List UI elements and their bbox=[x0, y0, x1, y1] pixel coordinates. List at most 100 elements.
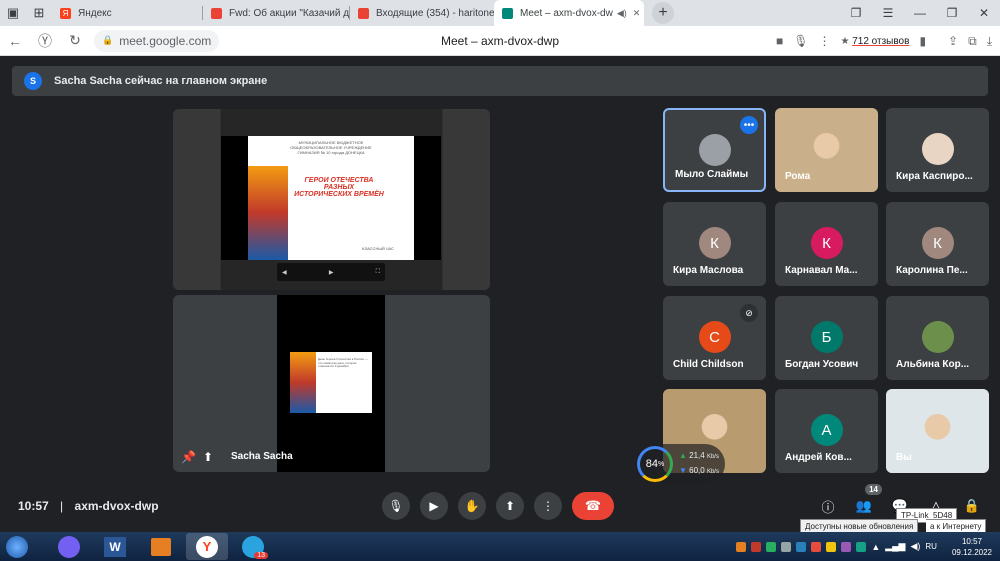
tray-app-icon[interactable] bbox=[826, 541, 837, 552]
participant-tile[interactable]: ••• Мыло Слаймы bbox=[663, 108, 766, 192]
participant-tile[interactable]: А Андрей Ков... bbox=[775, 389, 878, 473]
raise-hand-button[interactable]: ✋ bbox=[458, 492, 486, 520]
word-app[interactable]: W bbox=[94, 533, 136, 560]
pin-icon[interactable]: 📌 bbox=[181, 450, 196, 464]
close-window-icon[interactable]: ✕ bbox=[968, 0, 1000, 26]
media-player-app[interactable] bbox=[140, 533, 182, 560]
more-icon[interactable]: ⋮ bbox=[818, 34, 830, 48]
tray-show-hidden-icon[interactable]: ▲ bbox=[871, 542, 880, 552]
tab-label: Входящие (354) - haritone bbox=[376, 7, 494, 19]
tab-inbox[interactable]: Входящие (354) - haritone bbox=[350, 0, 494, 26]
tray-app-icon[interactable] bbox=[751, 541, 762, 552]
tray-app-icon[interactable] bbox=[841, 541, 852, 552]
meeting-details-button[interactable]: ⓘ bbox=[818, 496, 838, 516]
muted-mic-icon: ⊘ bbox=[740, 304, 758, 322]
meeting-info-separator: | bbox=[60, 499, 64, 513]
reload-icon[interactable]: ↻ bbox=[60, 32, 90, 49]
host-controls-button[interactable]: 🔒 bbox=[962, 496, 982, 516]
gmail-favicon-icon bbox=[358, 7, 369, 19]
yandex-browser-app[interactable]: Y bbox=[186, 533, 228, 560]
camera-icon[interactable]: ■ bbox=[776, 34, 783, 48]
tray-app-icon[interactable] bbox=[736, 541, 747, 552]
tray-app-icon[interactable] bbox=[766, 541, 777, 552]
tab-meet[interactable]: Meet – axm-dvox-dw ◀) ✕ bbox=[494, 0, 644, 26]
tray-volume-icon[interactable]: ◀) bbox=[910, 541, 920, 552]
presenter-tile[interactable]: День Героев Отечества в России — это пам… bbox=[173, 295, 490, 472]
slide-thumbnail: День Героев Отечества в России — это пам… bbox=[290, 352, 372, 413]
mic-icon[interactable]: 🎙 bbox=[793, 34, 808, 48]
participant-name: Вы bbox=[896, 452, 912, 463]
upload-unit: Kb/s bbox=[706, 454, 719, 460]
participant-tile[interactable]: К Карнавал Ма... bbox=[775, 202, 878, 286]
word-icon: W bbox=[104, 536, 126, 557]
download-unit: Kb/s bbox=[706, 469, 719, 475]
fullscreen-icon[interactable]: ⛶ bbox=[376, 269, 380, 276]
tab-yandex[interactable]: Я Яндекс bbox=[52, 0, 202, 26]
volume-icon[interactable]: ◀ bbox=[282, 269, 287, 276]
banner-text: Sacha Sacha сейчас на главном экране bbox=[54, 75, 268, 87]
video-player-controls[interactable]: ◀ ▶ ⛶ bbox=[277, 263, 385, 281]
tab-label: Fwd: Об акции "Казачий д bbox=[229, 7, 349, 19]
tray-language[interactable]: RU bbox=[925, 542, 937, 551]
leave-call-button[interactable]: ☎ bbox=[572, 492, 614, 520]
tray-app-icon[interactable] bbox=[856, 541, 867, 552]
participant-tile[interactable]: К Каролина Пе... bbox=[886, 202, 989, 286]
new-folder-icon[interactable]: ⊞ bbox=[26, 0, 52, 26]
reviews-link[interactable]: ★ 712 отзывов bbox=[840, 36, 909, 47]
participant-tile[interactable]: Б Богдан Усович bbox=[775, 296, 878, 380]
participant-tile[interactable]: К Кира Маслова bbox=[663, 202, 766, 286]
maximize-icon[interactable]: ❐ bbox=[936, 0, 968, 26]
present-screen-icon: ⬆ bbox=[203, 450, 214, 464]
tray-app-icon[interactable] bbox=[811, 541, 822, 552]
people-button[interactable]: 👥 14 bbox=[854, 484, 882, 516]
participant-avatar: К bbox=[921, 227, 954, 260]
menu-icon[interactable]: ☰ bbox=[872, 0, 904, 26]
tray-network-icon[interactable]: ▂▄▆ bbox=[885, 541, 905, 552]
presenter-video: День Героев Отечества в России — это пам… bbox=[277, 295, 385, 472]
more-options-button[interactable]: ⋮ bbox=[534, 492, 562, 520]
system-clock[interactable]: 10:57 09.12.2022 bbox=[952, 536, 992, 558]
participant-tile[interactable]: Вы bbox=[886, 389, 989, 473]
system-tray: ▲ ▂▄▆ ◀) RU 10:57 09.12.2022 bbox=[736, 532, 1000, 561]
participant-tile[interactable]: Рома bbox=[775, 108, 878, 192]
tray-app-icon[interactable] bbox=[781, 541, 792, 552]
presenting-banner: S Sacha Sacha сейчас на главном экране bbox=[12, 66, 988, 96]
url-field[interactable]: 🔒 meet.google.com bbox=[94, 29, 220, 52]
slide-title: ГЕРОИ ОТЕЧЕСТВА РАЗНЫХ ИСТОРИЧЕСКИХ ВРЕМ… bbox=[294, 177, 384, 199]
camera-button[interactable]: ▶ bbox=[420, 492, 448, 520]
tab-actions-icon[interactable]: ▣ bbox=[0, 0, 26, 26]
more-options-icon[interactable]: ••• bbox=[740, 116, 758, 134]
participant-tile[interactable]: C ⊘ Child Childson bbox=[663, 296, 766, 380]
tab-label: Яндекс bbox=[78, 7, 112, 19]
window-controls: ❐ ☰ — ❐ ✕ bbox=[840, 0, 1000, 26]
close-tab-icon[interactable]: ✕ bbox=[633, 8, 641, 19]
back-icon[interactable]: ← bbox=[0, 33, 30, 49]
yandex-home-icon[interactable]: Ⓨ bbox=[30, 31, 60, 51]
play-icon[interactable]: ▶ bbox=[329, 269, 334, 276]
slide-footer: КЛАССНЫЙ ЧАС bbox=[362, 246, 394, 252]
participant-tile[interactable]: Альбина Кор... bbox=[886, 296, 989, 380]
tray-shield-icon[interactable] bbox=[796, 541, 807, 552]
new-tab-button[interactable]: + bbox=[652, 2, 674, 24]
present-now-button[interactable]: ⬆ bbox=[496, 492, 524, 520]
bookmark-icon[interactable]: ▮ bbox=[919, 34, 926, 48]
share-icon[interactable]: ⇪ bbox=[948, 34, 958, 48]
presentation-tile[interactable]: МУНИЦИПАЛЬНОЕ БЮДЖЕТНОЕ ОБЩЕОБРАЗОВАТЕЛЬ… bbox=[173, 109, 490, 290]
telegram-app[interactable]: 13 bbox=[232, 533, 274, 560]
windows-taskbar: W Y 13 ▲ ▂▄▆ ◀) RU 10:57 09.12.2022 bbox=[0, 532, 1000, 561]
tab-fwd-mail[interactable]: Fwd: Об акции "Казачий д bbox=[203, 0, 349, 26]
download-speed-icon: ▼ bbox=[679, 466, 687, 475]
download-icon[interactable]: ⤓ bbox=[987, 34, 992, 49]
call-controls: 🎙 ▶ ✋ ⬆ ⋮ ☎ bbox=[382, 492, 614, 520]
participant-tile[interactable]: Кира Каспиро... bbox=[886, 108, 989, 192]
minimize-icon[interactable]: — bbox=[904, 0, 936, 26]
participant-name: Рома bbox=[785, 171, 811, 182]
viber-app[interactable] bbox=[48, 533, 90, 560]
meet-favicon-icon bbox=[502, 7, 513, 19]
presenter-name: Sacha Sacha bbox=[231, 451, 293, 462]
start-button[interactable] bbox=[0, 532, 34, 561]
speaker-icon[interactable]: ◀) bbox=[617, 8, 627, 19]
collections-icon[interactable]: ❐ bbox=[840, 0, 872, 26]
extensions-icon[interactable]: ⧉ bbox=[968, 34, 977, 49]
microphone-button[interactable]: 🎙 bbox=[382, 492, 410, 520]
